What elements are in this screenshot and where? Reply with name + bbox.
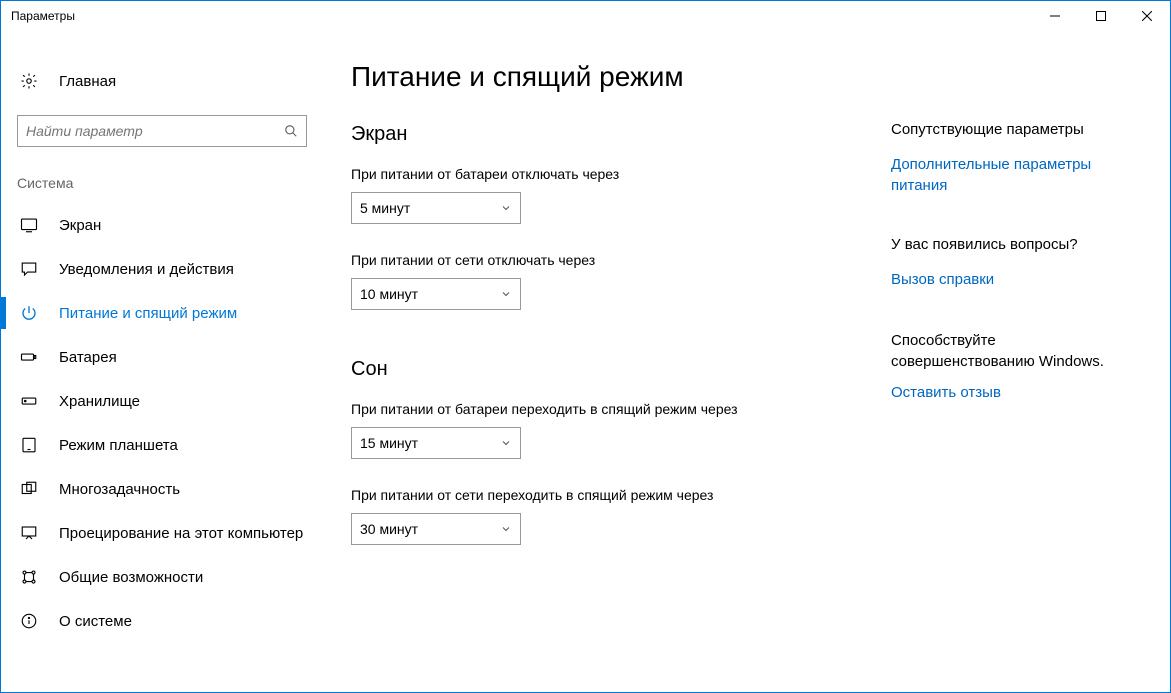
sidebar: Главная Система Экран Уведомления и дейс… bbox=[1, 31, 321, 692]
sidebar-item-label: Режим планшета bbox=[59, 437, 178, 454]
sidebar-item-label: О системе bbox=[59, 613, 132, 630]
sidebar-item-label: Батарея bbox=[59, 349, 117, 366]
chevron-down-icon bbox=[500, 523, 512, 535]
titlebar: Параметры bbox=[1, 1, 1170, 31]
search-field[interactable] bbox=[26, 123, 284, 139]
home-button[interactable]: Главная bbox=[17, 61, 321, 101]
dropdown-battery-screen[interactable]: 5 минут bbox=[351, 192, 521, 224]
dropdown-battery-sleep[interactable]: 15 минут bbox=[351, 427, 521, 459]
chevron-down-icon bbox=[500, 288, 512, 300]
storage-icon bbox=[17, 392, 41, 410]
window-title: Параметры bbox=[11, 9, 1032, 23]
sidebar-item-projecting[interactable]: Проецирование на этот компьютер bbox=[17, 511, 321, 555]
link-get-help[interactable]: Вызов справки bbox=[891, 269, 1131, 290]
section-label-system: Система bbox=[17, 175, 321, 191]
sidebar-item-about[interactable]: О системе bbox=[17, 599, 321, 643]
sidebar-item-label: Экран bbox=[59, 217, 101, 234]
project-icon bbox=[17, 524, 41, 542]
tablet-icon bbox=[17, 436, 41, 454]
minimize-button[interactable] bbox=[1032, 1, 1078, 31]
main-pane: Питание и спящий режим Экран При питании… bbox=[321, 31, 1170, 692]
sidebar-item-display[interactable]: Экран bbox=[17, 203, 321, 247]
display-icon bbox=[17, 216, 41, 234]
close-button[interactable] bbox=[1124, 1, 1170, 31]
section-screen: Экран bbox=[351, 123, 881, 146]
content: Питание и спящий режим Экран При питании… bbox=[351, 61, 881, 692]
setting-battery-screen-label: При питании от батареи отключать через bbox=[351, 166, 881, 182]
battery-icon bbox=[17, 348, 41, 366]
power-icon bbox=[17, 304, 41, 322]
setting-plugged-sleep-label: При питании от сети переходить в спящий … bbox=[351, 487, 881, 503]
search-icon bbox=[284, 124, 298, 138]
sidebar-item-label: Проецирование на этот компьютер bbox=[59, 525, 303, 542]
aside: Сопутствующие параметры Дополнительные п… bbox=[881, 61, 1170, 692]
dropdown-value: 10 минут bbox=[360, 286, 500, 302]
link-feedback[interactable]: Оставить отзыв bbox=[891, 382, 1131, 403]
sidebar-item-notifications[interactable]: Уведомления и действия bbox=[17, 247, 321, 291]
related-title: Сопутствующие параметры bbox=[891, 121, 1140, 138]
setting-plugged-screen-label: При питании от сети отключать через bbox=[351, 252, 881, 268]
body: Главная Система Экран Уведомления и дейс… bbox=[1, 31, 1170, 692]
sidebar-item-storage[interactable]: Хранилище bbox=[17, 379, 321, 423]
home-label: Главная bbox=[59, 73, 116, 90]
dropdown-plugged-screen[interactable]: 10 минут bbox=[351, 278, 521, 310]
dropdown-value: 30 минут bbox=[360, 521, 500, 537]
sidebar-item-tablet[interactable]: Режим планшета bbox=[17, 423, 321, 467]
page-title: Питание и спящий режим bbox=[351, 61, 881, 93]
sidebar-item-label: Питание и спящий режим bbox=[59, 305, 237, 322]
sidebar-item-battery[interactable]: Батарея bbox=[17, 335, 321, 379]
sidebar-item-label: Многозадачность bbox=[59, 481, 180, 498]
sidebar-item-multitasking[interactable]: Многозадачность bbox=[17, 467, 321, 511]
sidebar-item-label: Хранилище bbox=[59, 393, 140, 410]
settings-window: Параметры Главная bbox=[0, 0, 1171, 693]
improve-text: Способствуйте совершенствованию Windows. bbox=[891, 330, 1131, 372]
dropdown-value: 15 минут bbox=[360, 435, 500, 451]
info-icon bbox=[17, 612, 41, 630]
dropdown-plugged-sleep[interactable]: 30 минут bbox=[351, 513, 521, 545]
setting-battery-sleep-label: При питании от батареи переходить в спящ… bbox=[351, 401, 881, 417]
link-additional-power-settings[interactable]: Дополнительные параметры питания bbox=[891, 154, 1131, 196]
section-sleep: Сон bbox=[351, 358, 881, 381]
sidebar-item-power[interactable]: Питание и спящий режим bbox=[17, 291, 321, 335]
notification-icon bbox=[17, 260, 41, 278]
gear-icon bbox=[17, 72, 41, 90]
dropdown-value: 5 минут bbox=[360, 200, 500, 216]
chevron-down-icon bbox=[500, 202, 512, 214]
search-input[interactable] bbox=[17, 115, 307, 147]
sidebar-item-label: Уведомления и действия bbox=[59, 261, 234, 278]
chevron-down-icon bbox=[500, 437, 512, 449]
questions-title: У вас появились вопросы? bbox=[891, 236, 1140, 253]
window-controls bbox=[1032, 1, 1170, 31]
maximize-button[interactable] bbox=[1078, 1, 1124, 31]
share-icon bbox=[17, 568, 41, 586]
multitask-icon bbox=[17, 480, 41, 498]
sidebar-item-label: Общие возможности bbox=[59, 569, 203, 586]
sidebar-item-shared[interactable]: Общие возможности bbox=[17, 555, 321, 599]
